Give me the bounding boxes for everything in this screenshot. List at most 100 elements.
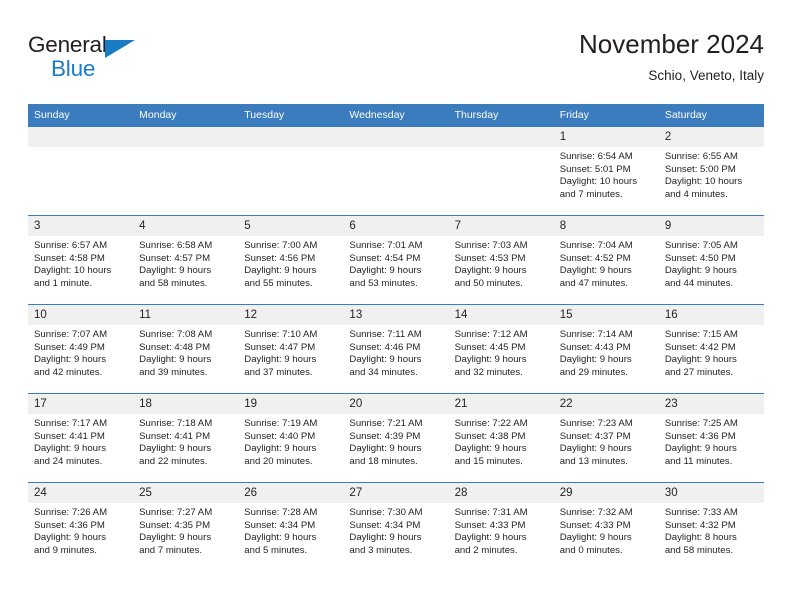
day-cell-inner	[343, 126, 449, 215]
calendar-day-cell[interactable]: 17 Sunrise: 7:17 AM Sunset: 4:41 PM Dayligh…	[28, 393, 134, 482]
calendar-day-cell[interactable]: 9 Sunrise: 7:05 AM Sunset: 4:50 PM Daylight…	[658, 215, 764, 304]
daylight-text-line2: and 39 minutes.	[139, 366, 208, 378]
day-number: 19	[238, 394, 344, 414]
day-number: 5	[238, 216, 344, 236]
daylight-text-line1: Daylight: 10 hours	[559, 176, 638, 188]
day-number: 10	[28, 305, 134, 325]
day-cell-inner: 14 Sunrise: 7:12 AM Sunset: 4:45 PM Dayligh…	[448, 304, 554, 393]
daylight-text-line1: Daylight: 9 hours	[244, 265, 317, 277]
calendar-day-cell[interactable]: 16 Sunrise: 7:15 AM Sunset: 4:42 PM Dayligh…	[658, 304, 764, 393]
weekday-header-wednesday: Wednesday	[343, 104, 449, 126]
daylight-text-line1: Daylight: 9 hours	[139, 354, 212, 366]
calendar-day-cell[interactable]: 28 Sunrise: 7:31 AM Sunset: 4:33 PM Dayligh…	[448, 482, 554, 571]
daylight-text-line1: Daylight: 9 hours	[139, 532, 212, 544]
triangle-icon	[105, 40, 135, 58]
calendar-day-cell[interactable]: 11 Sunrise: 7:08 AM Sunset: 4:48 PM Dayligh…	[133, 304, 239, 393]
day-cell-inner	[133, 126, 239, 215]
calendar-day-cell[interactable]: 15 Sunrise: 7:14 AM Sunset: 4:43 PM Dayligh…	[553, 304, 659, 393]
day-number: 30	[658, 483, 764, 503]
sunset-text: Sunset: 4:34 PM	[244, 519, 316, 531]
daylight-text-line2: and 37 minutes.	[244, 366, 313, 378]
calendar-day-cell[interactable]: 30 Sunrise: 7:33 AM Sunset: 4:32 PM Dayligh…	[658, 482, 764, 571]
calendar-day-cell[interactable]: 6 Sunrise: 7:01 AM Sunset: 4:54 PM Daylight…	[343, 215, 449, 304]
day-number: 23	[658, 394, 764, 414]
calendar-day-cell[interactable]: 1 Sunrise: 6:54 AM Sunset: 5:01 PM Daylight…	[553, 126, 659, 215]
calendar-day-cell[interactable]: 10 Sunrise: 7:07 AM Sunset: 4:49 PM Dayligh…	[28, 304, 134, 393]
sun-info: Sunrise: 7:08 AM Sunset: 4:48 PM Daylight:…	[133, 325, 238, 379]
calendar-day-cell[interactable]: 8 Sunrise: 7:04 AM Sunset: 4:52 PM Daylight…	[553, 215, 659, 304]
calendar-header-row: Sunday Monday Tuesday Wednesday Thursday…	[28, 104, 764, 126]
sunrise-text: Sunrise: 7:12 AM	[454, 329, 528, 340]
day-number: 21	[448, 394, 554, 414]
daylight-text-line2: and 2 minutes.	[454, 544, 518, 556]
day-number	[448, 127, 554, 147]
sunrise-text: Sunrise: 7:33 AM	[664, 507, 738, 518]
daylight-text-line2: and 32 minutes.	[454, 366, 523, 378]
calendar-day-cell[interactable]: 21 Sunrise: 7:22 AM Sunset: 4:38 PM Dayligh…	[448, 393, 554, 482]
sunset-text: Sunset: 4:53 PM	[454, 252, 526, 264]
daylight-text-line2: and 50 minutes.	[454, 277, 523, 289]
calendar-day-cell[interactable]: 18 Sunrise: 7:18 AM Sunset: 4:41 PM Dayligh…	[133, 393, 239, 482]
sunset-text: Sunset: 4:56 PM	[244, 252, 316, 264]
sun-info: Sunrise: 7:01 AM Sunset: 4:54 PM Daylight:…	[343, 236, 448, 290]
calendar-day-cell[interactable]: 26 Sunrise: 7:28 AM Sunset: 4:34 PM Dayligh…	[238, 482, 344, 571]
calendar-table: Sunday Monday Tuesday Wednesday Thursday…	[28, 104, 764, 571]
calendar-day-cell[interactable]: 4 Sunrise: 6:58 AM Sunset: 4:57 PM Daylight…	[133, 215, 239, 304]
calendar-day-cell[interactable]: 25 Sunrise: 7:27 AM Sunset: 4:35 PM Dayligh…	[133, 482, 239, 571]
calendar-day-cell[interactable]: 2 Sunrise: 6:55 AM Sunset: 5:00 PM Daylight…	[658, 126, 764, 215]
sunrise-text: Sunrise: 7:30 AM	[349, 507, 423, 518]
calendar-day-cell[interactable]: 23 Sunrise: 7:25 AM Sunset: 4:36 PM Dayligh…	[658, 393, 764, 482]
calendar-day-cell[interactable]: 19 Sunrise: 7:19 AM Sunset: 4:40 PM Dayligh…	[238, 393, 344, 482]
daylight-text-line2: and 55 minutes.	[244, 277, 313, 289]
calendar-day-cell[interactable]: 13 Sunrise: 7:11 AM Sunset: 4:46 PM Dayligh…	[343, 304, 449, 393]
sunset-text: Sunset: 4:39 PM	[349, 430, 421, 442]
general-blue-logo[interactable]: General Blue	[28, 33, 268, 90]
calendar-day-cell[interactable]: 7 Sunrise: 7:03 AM Sunset: 4:53 PM Daylight…	[448, 215, 554, 304]
daylight-text-line2: and 3 minutes.	[349, 544, 413, 556]
calendar-day-cell[interactable]: 27 Sunrise: 7:30 AM Sunset: 4:34 PM Dayligh…	[343, 482, 449, 571]
title-block: November 2024 Schio, Veneto, Italy	[579, 29, 764, 83]
sunset-text: Sunset: 4:47 PM	[244, 341, 316, 353]
sunset-text: Sunset: 4:36 PM	[664, 430, 736, 442]
daylight-text-line1: Daylight: 9 hours	[454, 532, 527, 544]
sun-info: Sunrise: 7:25 AM Sunset: 4:36 PM Daylight:…	[659, 414, 764, 468]
daylight-text-line1: Daylight: 9 hours	[349, 532, 422, 544]
daylight-text-line2: and 9 minutes.	[34, 544, 97, 556]
sun-info: Sunrise: 7:10 AM Sunset: 4:47 PM Daylight:…	[238, 325, 343, 379]
daylight-text-line2: and 7 minutes.	[559, 188, 623, 200]
day-number: 13	[343, 305, 449, 325]
day-cell-inner: 11 Sunrise: 7:08 AM Sunset: 4:48 PM Dayligh…	[133, 304, 239, 393]
calendar-empty-cell	[133, 126, 239, 215]
weekday-header-monday: Monday	[133, 104, 239, 126]
daylight-text-line1: Daylight: 9 hours	[139, 443, 212, 455]
weekday-header-sunday: Sunday	[28, 104, 134, 126]
sun-info: Sunrise: 6:58 AM Sunset: 4:57 PM Daylight:…	[133, 236, 238, 290]
day-number: 22	[553, 394, 659, 414]
day-cell-inner: 12 Sunrise: 7:10 AM Sunset: 4:47 PM Dayligh…	[238, 304, 344, 393]
calendar-week-row: 10 Sunrise: 7:07 AM Sunset: 4:49 PM Dayligh…	[28, 304, 764, 393]
day-cell-inner: 6 Sunrise: 7:01 AM Sunset: 4:54 PM Daylight…	[343, 215, 449, 304]
daylight-text-line2: and 29 minutes.	[559, 366, 628, 378]
calendar-day-cell[interactable]: 5 Sunrise: 7:00 AM Sunset: 4:56 PM Daylight…	[238, 215, 344, 304]
daylight-text-line1: Daylight: 9 hours	[349, 443, 422, 455]
sunrise-text: Sunrise: 6:54 AM	[559, 151, 633, 162]
calendar-day-cell[interactable]: 3 Sunrise: 6:57 AM Sunset: 4:58 PM Daylight…	[28, 215, 134, 304]
calendar-day-cell[interactable]: 29 Sunrise: 7:32 AM Sunset: 4:33 PM Dayligh…	[553, 482, 659, 571]
daylight-text-line2: and 34 minutes.	[349, 366, 418, 378]
calendar-day-cell[interactable]: 20 Sunrise: 7:21 AM Sunset: 4:39 PM Dayligh…	[343, 393, 449, 482]
sun-info: Sunrise: 7:28 AM Sunset: 4:34 PM Daylight:…	[238, 503, 343, 557]
day-cell-inner: 9 Sunrise: 7:05 AM Sunset: 4:50 PM Daylight…	[658, 215, 764, 304]
day-cell-inner: 24 Sunrise: 7:26 AM Sunset: 4:36 PM Dayligh…	[28, 482, 134, 571]
calendar-day-cell[interactable]: 24 Sunrise: 7:26 AM Sunset: 4:36 PM Dayligh…	[28, 482, 134, 571]
page-header: General Blue November 2024 Schio, Veneto…	[28, 29, 764, 96]
weekday-header-saturday: Saturday	[658, 104, 764, 126]
day-cell-inner: 5 Sunrise: 7:00 AM Sunset: 4:56 PM Daylight…	[238, 215, 344, 304]
calendar-day-cell[interactable]: 12 Sunrise: 7:10 AM Sunset: 4:47 PM Dayligh…	[238, 304, 344, 393]
day-number: 11	[133, 305, 239, 325]
day-number: 28	[448, 483, 554, 503]
calendar-week-row: 17 Sunrise: 7:17 AM Sunset: 4:41 PM Dayligh…	[28, 393, 764, 482]
sunset-text: Sunset: 4:42 PM	[664, 341, 736, 353]
calendar-day-cell[interactable]: 14 Sunrise: 7:12 AM Sunset: 4:45 PM Dayligh…	[448, 304, 554, 393]
calendar-day-cell[interactable]: 22 Sunrise: 7:23 AM Sunset: 4:37 PM Dayligh…	[553, 393, 659, 482]
sun-info: Sunrise: 7:17 AM Sunset: 4:41 PM Daylight:…	[28, 414, 133, 468]
